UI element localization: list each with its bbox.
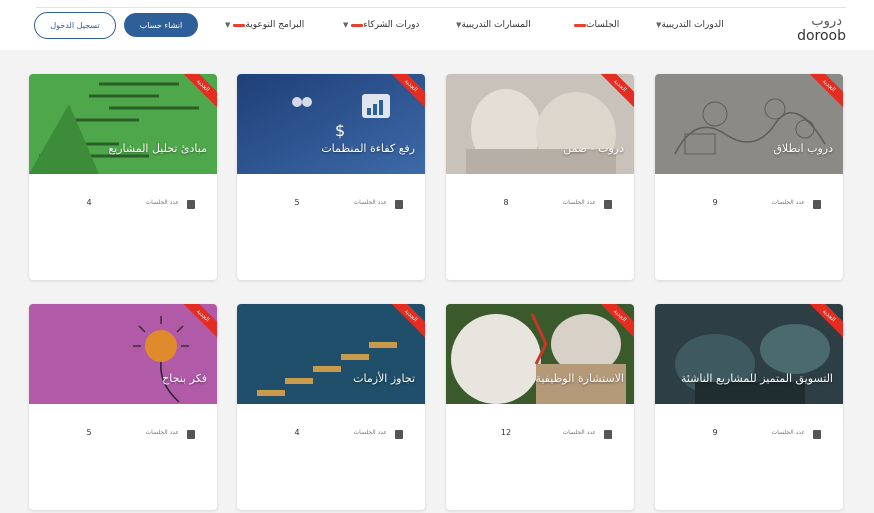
card-title: مبادئ تحليل المشاريع [108, 142, 207, 155]
nav-paths-label: المسارات التدريبية [461, 20, 531, 30]
nav-awareness-label: البرامج التوعوية [245, 20, 305, 30]
course-card[interactable]: الجديد الاستشارة الوظيفية عدد الجلسات 12 [446, 304, 634, 510]
card-thumbnail: الجديد دروب انطلاق [655, 74, 843, 174]
card-thumbnail: الجديد دروب - ضمن [446, 74, 634, 174]
logo-arabic: دروب [811, 14, 842, 29]
sessions-icon [813, 200, 821, 209]
project-chart-illustration [29, 74, 217, 174]
new-marker [351, 23, 364, 27]
login-button[interactable]: تسجيل الدخول [34, 12, 116, 39]
course-card[interactable]: الجديد التسويق المتميز للمشاريع الناشئة … [655, 304, 843, 510]
nav-courses-label: الدورات التدريبية [661, 20, 724, 30]
meta-label: عدد الجلسات [145, 199, 180, 206]
meta-label: عدد الجلسات [353, 199, 388, 206]
business-growth-illustration: $ [237, 74, 425, 174]
logo-english: doroob [797, 28, 846, 44]
session-count: 4 [294, 428, 300, 437]
card-thumbnail: الجديد تجاوز الأزمات [237, 304, 425, 404]
card-thumbnail: $ الجديد رفع كفاءة المنظمات [237, 74, 425, 174]
svg-text:$: $ [335, 121, 345, 140]
header-divider [36, 7, 846, 8]
card-title: دروب - ضمن [563, 142, 624, 155]
sessions-icon [187, 430, 195, 439]
session-count: 5 [294, 198, 300, 207]
course-card[interactable]: $ الجديد رفع كفاءة المنظمات عدد الجلسات … [237, 74, 425, 280]
nav-partners[interactable]: ▼ دورات الشركاء [340, 15, 419, 35]
card-thumbnail: الجديد مبادئ تحليل المشاريع [29, 74, 217, 174]
doroob-logo[interactable]: دروب doroob [776, 14, 846, 44]
course-card[interactable]: الجديد مبادئ تحليل المشاريع عدد الجلسات … [29, 74, 217, 280]
sessions-icon [187, 200, 195, 209]
card-title: فكر بنجاح [162, 372, 207, 385]
nav-sessions[interactable]: الجلسات [571, 15, 619, 35]
photo-thumbnail [446, 74, 634, 174]
session-count: 5 [86, 428, 92, 437]
session-count: 12 [500, 428, 512, 437]
session-count: 8 [503, 198, 509, 207]
nav-courses[interactable]: ▼ الدورات التدريبية [653, 15, 724, 35]
session-count: 4 [86, 198, 92, 207]
nav-paths[interactable]: ▼ المسارات التدريبية [453, 15, 531, 35]
nav-partners-label: دورات الشركاء [363, 20, 420, 30]
course-card[interactable]: الجديد دروب انطلاق عدد الجلسات 9 [655, 74, 843, 280]
sessions-icon [813, 430, 821, 439]
card-thumbnail: الجديد الاستشارة الوظيفية [446, 304, 634, 404]
new-marker [574, 23, 586, 27]
session-count: 9 [712, 428, 718, 437]
sessions-icon [604, 430, 612, 439]
meta-label: عدد الجلسات [562, 199, 597, 206]
card-title: تجاوز الأزمات [353, 372, 415, 385]
nav-awareness[interactable]: ▼ البرامج التوعوية [222, 15, 304, 35]
stairs-illustration [237, 304, 425, 404]
card-title: دروب انطلاق [773, 142, 833, 155]
consultation-photo [446, 304, 634, 404]
lightbulb-illustration [29, 304, 217, 404]
meta-label: عدد الجلسات [145, 429, 180, 436]
top-header: دروب doroob ▼ الدورات التدريبية الجلسات … [0, 0, 874, 50]
register-button[interactable]: انشاء حساب [124, 13, 198, 37]
meta-label: عدد الجلسات [562, 429, 597, 436]
meta-label: عدد الجلسات [771, 429, 806, 436]
course-card[interactable]: الجديد فكر بنجاح عدد الجلسات 5 [29, 304, 217, 510]
course-card[interactable]: الجديد دروب - ضمن عدد الجلسات 8 [446, 74, 634, 280]
session-count: 9 [712, 198, 718, 207]
course-card[interactable]: الجديد تجاوز الأزمات عدد الجلسات 4 [237, 304, 425, 510]
card-title: رفع كفاءة المنظمات [321, 142, 415, 155]
sessions-icon [395, 430, 403, 439]
sessions-icon [395, 200, 403, 209]
card-thumbnail: الجديد التسويق المتميز للمشاريع الناشئة [655, 304, 843, 404]
card-thumbnail: الجديد فكر بنجاح [29, 304, 217, 404]
chevron-down-icon: ▼ [343, 21, 349, 29]
card-title: الاستشارة الوظيفية [535, 372, 624, 385]
new-marker [233, 23, 246, 27]
card-title: التسويق المتميز للمشاريع الناشئة [680, 372, 833, 385]
meta-label: عدد الجلسات [353, 429, 388, 436]
chevron-down-icon: ▼ [225, 21, 231, 29]
marketing-photo [655, 304, 843, 404]
meta-label: عدد الجلسات [771, 199, 806, 206]
sessions-icon [604, 200, 612, 209]
nav-sessions-label: الجلسات [586, 20, 620, 30]
sketch-illustration [655, 74, 843, 174]
